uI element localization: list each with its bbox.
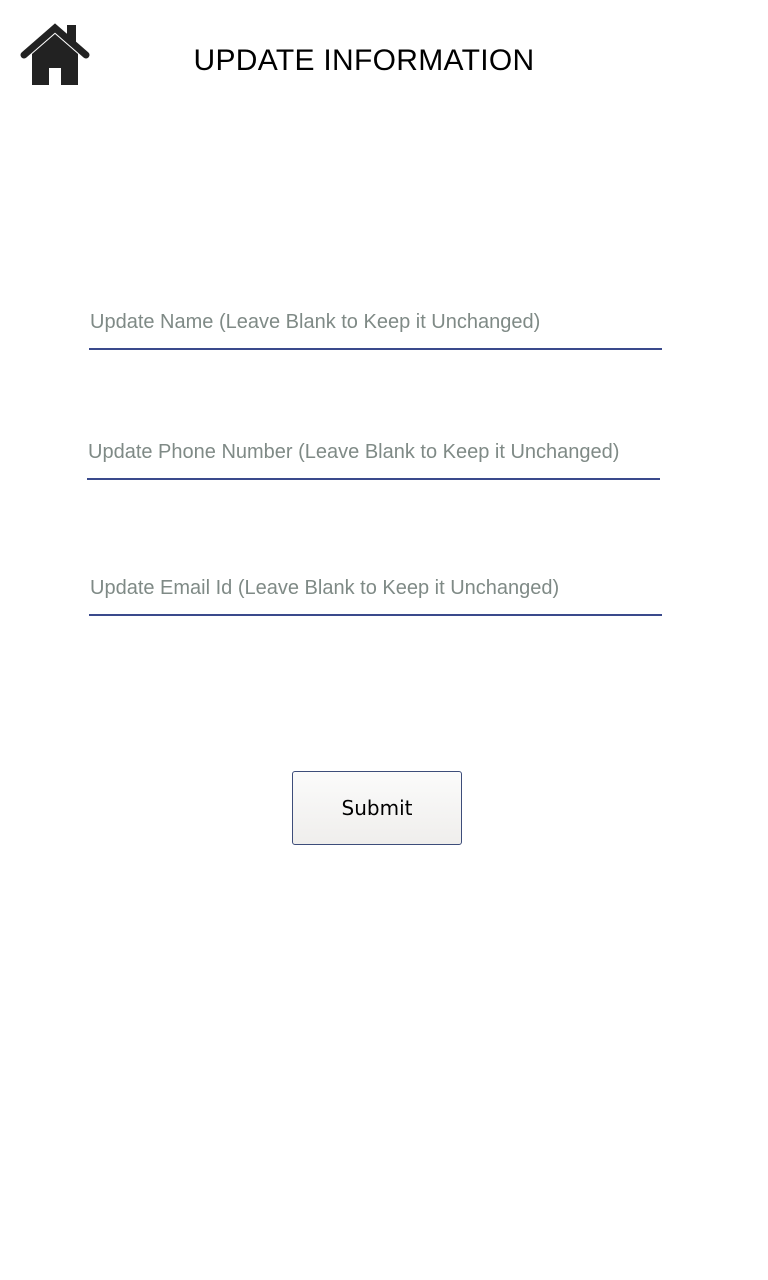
update-name-input[interactable] xyxy=(89,302,662,350)
name-field-container xyxy=(89,302,662,350)
update-email-input[interactable] xyxy=(89,568,662,616)
email-field-container xyxy=(89,568,662,616)
submit-button[interactable]: Submit xyxy=(292,771,462,845)
page-title: UPDATE INFORMATION xyxy=(193,44,535,77)
phone-field-container xyxy=(87,432,660,480)
update-phone-input[interactable] xyxy=(87,432,660,480)
